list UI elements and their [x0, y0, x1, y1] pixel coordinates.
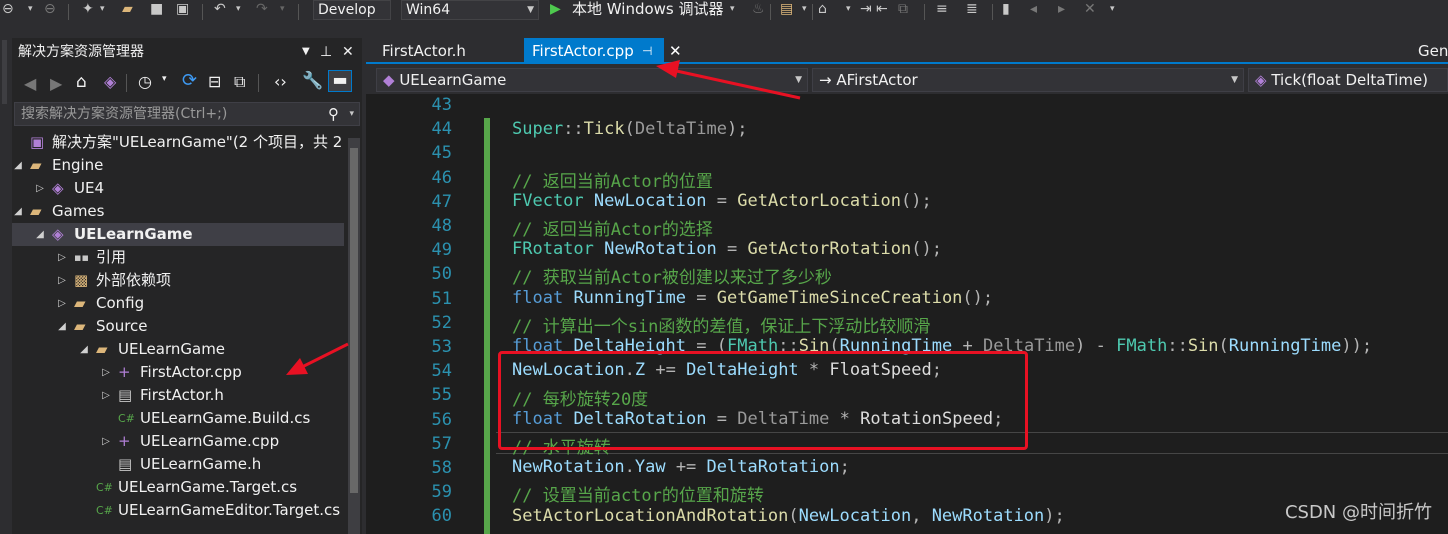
arrow-to-file: [286, 342, 349, 375]
annotation-arrows: [286, 60, 801, 375]
watermark: CSDN @时间折竹: [1284, 502, 1432, 523]
arrow-to-tab: [656, 60, 801, 100]
